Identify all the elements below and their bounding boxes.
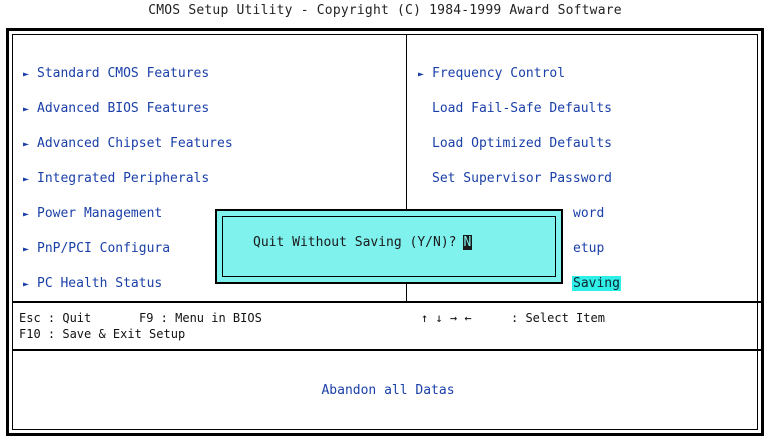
dialog-input-cursor[interactable]: N bbox=[462, 235, 473, 250]
menu-item-pnp-pci-configurations[interactable]: ► PnP/PCI Configura bbox=[23, 238, 170, 260]
submenu-arrow-icon: ► bbox=[23, 244, 30, 255]
menu-item-label: Set Supervisor Password bbox=[432, 171, 613, 186]
menu-item-label: Standard CMOS Features bbox=[37, 66, 210, 81]
menu-item-set-supervisor-password[interactable]: Set Supervisor Password bbox=[432, 168, 612, 190]
submenu-arrow-icon: ► bbox=[418, 69, 425, 80]
help-f10-save-exit: F10 : Save & Exit Setup bbox=[19, 327, 186, 341]
menu-item-load-optimized-defaults[interactable]: Load Optimized Defaults bbox=[432, 133, 612, 155]
menu-item-label: word bbox=[573, 206, 605, 221]
menu-item-label: Power Management bbox=[37, 206, 163, 221]
menu-item-power-management[interactable]: ► Power Management bbox=[23, 203, 162, 225]
menu-item-set-user-password[interactable]: word bbox=[573, 203, 604, 225]
menu-item-load-fail-safe-defaults[interactable]: Load Fail-Safe Defaults bbox=[432, 98, 612, 120]
dialog-prompt-row: Quit Without Saving (Y/N)? N bbox=[253, 235, 473, 250]
menu-item-integrated-peripherals[interactable]: ► Integrated Peripherals bbox=[23, 168, 209, 190]
quit-confirm-dialog: Quit Without Saving (Y/N)? N bbox=[215, 209, 563, 284]
menu-item-exit-without-saving[interactable]: Saving bbox=[572, 273, 621, 295]
submenu-arrow-icon: ► bbox=[23, 279, 30, 290]
status-description: Abandon all Datas bbox=[321, 383, 455, 398]
menu-item-label: PnP/PCI Configura bbox=[37, 241, 171, 256]
dialog-prompt: Quit Without Saving (Y/N)? bbox=[253, 235, 457, 250]
submenu-arrow-icon: ► bbox=[23, 174, 30, 185]
key-help-bar: Esc : Quit F9 : Menu in BIOS ↑ ↓ → ← : S… bbox=[13, 305, 763, 351]
help-esc-quit: Esc : Quit bbox=[19, 311, 92, 325]
help-f9-menu: F9 : Menu in BIOS bbox=[139, 311, 262, 325]
menu-item-label: Load Optimized Defaults bbox=[432, 136, 613, 151]
help-arrow-keys: ↑ ↓ → ← bbox=[421, 311, 472, 325]
menu-item-advanced-bios-features[interactable]: ► Advanced BIOS Features bbox=[23, 98, 209, 120]
menu-item-label: Advanced Chipset Features bbox=[37, 136, 233, 151]
submenu-arrow-icon: ► bbox=[23, 69, 30, 80]
menu-item-pc-health-status[interactable]: ► PC Health Status bbox=[23, 273, 162, 295]
submenu-arrow-icon: ► bbox=[23, 209, 30, 220]
submenu-arrow-icon: ► bbox=[23, 104, 30, 115]
menu-item-label: Advanced BIOS Features bbox=[37, 101, 210, 116]
menu-item-label: etup bbox=[573, 241, 605, 256]
menu-item-frequency-control[interactable]: ► Frequency Control bbox=[418, 63, 565, 85]
menu-item-label: Integrated Peripherals bbox=[37, 171, 210, 186]
menu-item-advanced-chipset-features[interactable]: ► Advanced Chipset Features bbox=[23, 133, 233, 155]
submenu-arrow-icon: ► bbox=[23, 139, 30, 150]
menu-item-label: Load Fail-Safe Defaults bbox=[432, 101, 613, 116]
window-title: CMOS Setup Utility - Copyright (C) 1984-… bbox=[148, 3, 622, 18]
menu-item-label: PC Health Status bbox=[37, 276, 163, 291]
menu-item-standard-cmos-features[interactable]: ► Standard CMOS Features bbox=[23, 63, 209, 85]
help-select-item: : Select Item bbox=[511, 311, 605, 325]
menu-item-save-exit-setup[interactable]: etup bbox=[573, 238, 604, 260]
menu-item-label: Saving bbox=[572, 276, 621, 291]
menu-item-label: Frequency Control bbox=[432, 66, 566, 81]
